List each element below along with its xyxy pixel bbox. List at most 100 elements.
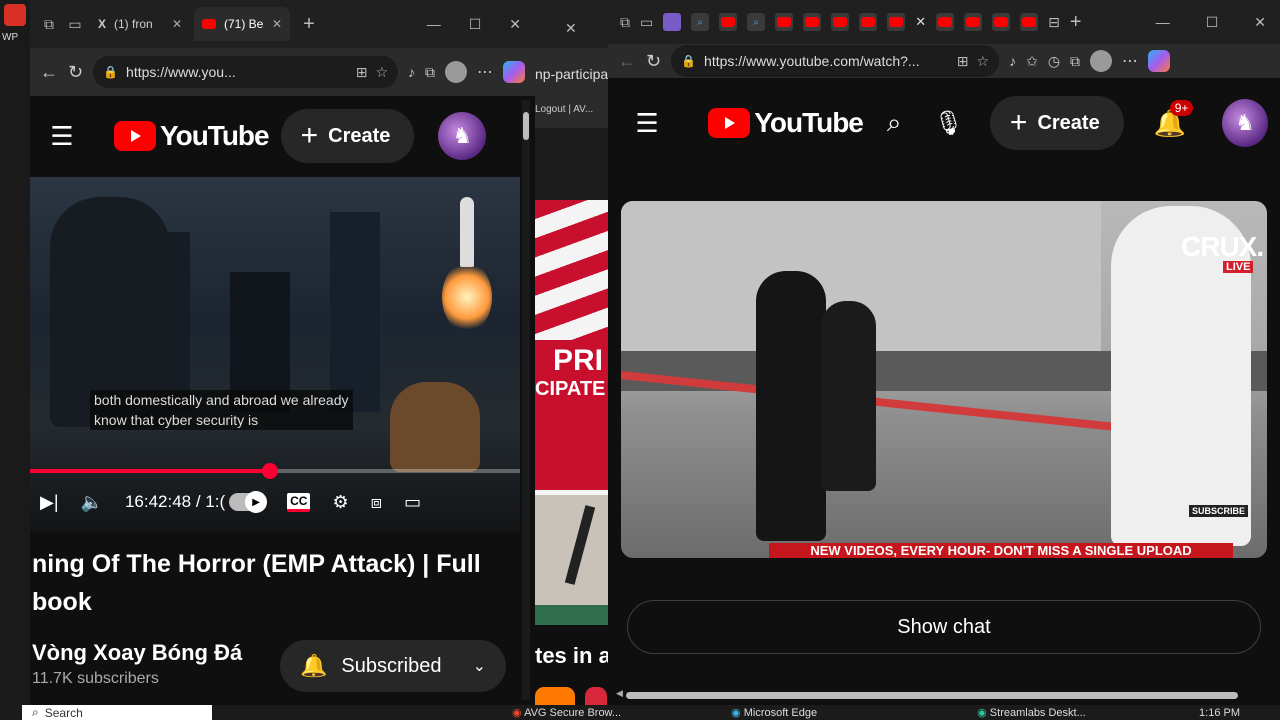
microphone-icon[interactable]: 🎙 (933, 109, 963, 138)
tab-youtube[interactable] (887, 13, 906, 31)
refresh-icon[interactable]: ↻ (646, 51, 661, 72)
tab-youtube[interactable] (831, 13, 850, 31)
show-chat-button[interactable]: Show chat (627, 600, 1261, 654)
close-icon[interactable]: ✕ (565, 20, 577, 37)
tab-favicon[interactable] (663, 13, 682, 31)
taskbar-item-avg[interactable]: ◉ AVG Secure Brow... (512, 706, 621, 719)
play-icon: ▶ (245, 491, 268, 513)
search-icon[interactable]: ⌕ (887, 107, 902, 139)
dog-figure (390, 382, 480, 472)
hamburger-menu-icon[interactable]: ☰ (42, 121, 82, 152)
tab-youtube[interactable] (964, 13, 983, 31)
extensions-icon[interactable]: ⧉ (425, 64, 435, 81)
autoplay-toggle[interactable]: ▶ (229, 491, 268, 513)
minimize-icon[interactable]: — (427, 16, 441, 33)
copilot-icon[interactable] (1148, 50, 1171, 72)
site-info-icon[interactable]: 🔒 (103, 65, 118, 79)
back-arrow-icon[interactable]: ← (40, 62, 58, 83)
taskbar-item-edge[interactable]: ◉ Microsoft Edge (731, 706, 817, 719)
left-scrollbar[interactable] (522, 100, 530, 700)
close-tab-icon[interactable]: ✕ (915, 14, 926, 30)
maximize-icon[interactable]: ☐ (1206, 14, 1219, 31)
wp-app-icon[interactable] (4, 4, 26, 26)
tab-youtube[interactable] (803, 13, 822, 31)
user-avatar[interactable]: ♞ (438, 112, 487, 160)
workspaces-icon[interactable]: ⧉ (38, 13, 60, 35)
scrollbar-thumb[interactable] (523, 112, 529, 140)
create-button[interactable]: + Create (280, 109, 415, 163)
tab-youtube[interactable]: (71) Be ✕ (194, 7, 290, 41)
create-button[interactable]: + Create (989, 96, 1124, 150)
back-arrow-icon[interactable]: ← (618, 51, 636, 72)
app-available-icon[interactable]: ⊞ (957, 53, 969, 70)
refresh-icon[interactable]: ↻ (68, 62, 83, 83)
taskbar-clock[interactable]: 1:16 PM (1199, 707, 1280, 719)
more-menu-icon[interactable]: ⋯ (1122, 51, 1138, 71)
app-available-icon[interactable]: ⊞ (356, 64, 368, 81)
read-aloud-icon[interactable]: ♪ (1009, 53, 1016, 69)
scrollbar-thumb[interactable] (626, 692, 1238, 699)
user-avatar[interactable]: ♞ (1222, 99, 1268, 147)
unicorn-icon: ♞ (452, 123, 473, 148)
maximize-icon[interactable]: ☐ (469, 16, 482, 33)
right-video-player[interactable]: CRUX. LIVE SUBSCRIBE NEW VIDEOS, EVERY H… (621, 201, 1267, 558)
youtube-logo[interactable]: YouTube (708, 107, 864, 139)
close-icon[interactable]: ✕ (509, 16, 521, 33)
video-progress-bar[interactable] (30, 463, 520, 479)
profile-avatar[interactable] (445, 61, 467, 83)
more-menu-icon[interactable]: ⋯ (477, 62, 493, 82)
taskbar-item-streamlabs[interactable]: ◉ Streamlabs Deskt... (977, 706, 1086, 719)
favorites-icon[interactable]: ✩ (1026, 53, 1038, 70)
progress-scrubber-handle[interactable] (262, 463, 279, 479)
url-fragment[interactable]: np-participa (535, 48, 608, 98)
close-icon[interactable]: ✕ (1254, 14, 1266, 31)
read-aloud-icon[interactable]: ♪ (408, 64, 415, 80)
tab-x-post[interactable]: X (1) fron ✕ (90, 7, 190, 41)
next-video-icon[interactable]: ▶| (40, 492, 59, 513)
new-tab-plus-icon[interactable]: + (1070, 11, 1082, 34)
favorite-star-icon[interactable]: ☆ (977, 53, 990, 70)
tab-youtube[interactable] (992, 13, 1011, 31)
captions-cc-icon[interactable]: CC (287, 492, 311, 512)
subscribed-button[interactable]: 🔔 Subscribed ⌄ (280, 640, 506, 692)
taskbar-search-box[interactable]: ⌕ Search (22, 705, 212, 720)
tab-youtube[interactable] (775, 13, 794, 31)
new-tab-plus-icon[interactable]: + (294, 9, 324, 39)
hamburger-menu-icon[interactable]: ☰ (628, 108, 666, 139)
tab-search-icon[interactable]: ⌕ (691, 13, 710, 31)
extensions-icon[interactable]: ⧉ (1070, 53, 1080, 70)
workspaces-icon[interactable]: ⧉ (620, 14, 630, 31)
settings-gear-icon[interactable]: ⚙ (332, 492, 348, 513)
right-url-bar[interactable]: 🔒 https://www.youtube.com/watch?... ⊞ ☆ (671, 45, 1000, 77)
tab-youtube[interactable] (936, 13, 955, 31)
tab-groups-icon[interactable]: ⊟ (1048, 14, 1060, 31)
left-url-bar[interactable]: 🔒 https://www.you... ⊞ ☆ (93, 56, 398, 88)
red-button[interactable] (585, 687, 607, 705)
theater-mode-icon[interactable]: ▭ (404, 492, 421, 513)
tab-actions-icon[interactable]: ▭ (640, 14, 653, 31)
tab-actions-icon[interactable]: ▭ (64, 13, 86, 35)
orange-button[interactable] (535, 687, 575, 705)
tab-youtube[interactable] (719, 13, 738, 31)
copilot-icon[interactable] (503, 61, 525, 83)
tab-search-icon[interactable]: ⌕ (747, 13, 766, 31)
volume-icon[interactable]: 🔈 (81, 492, 103, 513)
left-video-player[interactable]: both domestically and abroad we already … (30, 177, 520, 532)
site-info-icon[interactable]: 🔒 (681, 54, 696, 68)
close-icon[interactable]: ✕ (272, 17, 282, 31)
notifications-button[interactable]: 🔔 9+ (1154, 99, 1194, 139)
chevron-down-icon: ⌄ (472, 658, 486, 675)
minimize-icon[interactable]: — (1156, 14, 1170, 31)
history-icon[interactable]: ◷ (1048, 53, 1060, 70)
horizontal-scrollbar[interactable]: ◀ (616, 688, 1246, 700)
profile-avatar[interactable] (1090, 50, 1113, 72)
tab-youtube[interactable] (859, 13, 878, 31)
favorite-star-icon[interactable]: ☆ (375, 64, 388, 81)
bookmark-logout-link[interactable]: Logout | AV... (535, 98, 608, 128)
close-icon[interactable]: ✕ (172, 17, 182, 31)
scroll-left-icon[interactable]: ◀ (616, 688, 623, 699)
tab-youtube[interactable] (1020, 13, 1039, 31)
youtube-logo[interactable]: YouTube (114, 120, 270, 152)
miniplayer-icon[interactable]: ⧈ (371, 492, 382, 513)
youtube-favicon-icon (202, 19, 216, 29)
